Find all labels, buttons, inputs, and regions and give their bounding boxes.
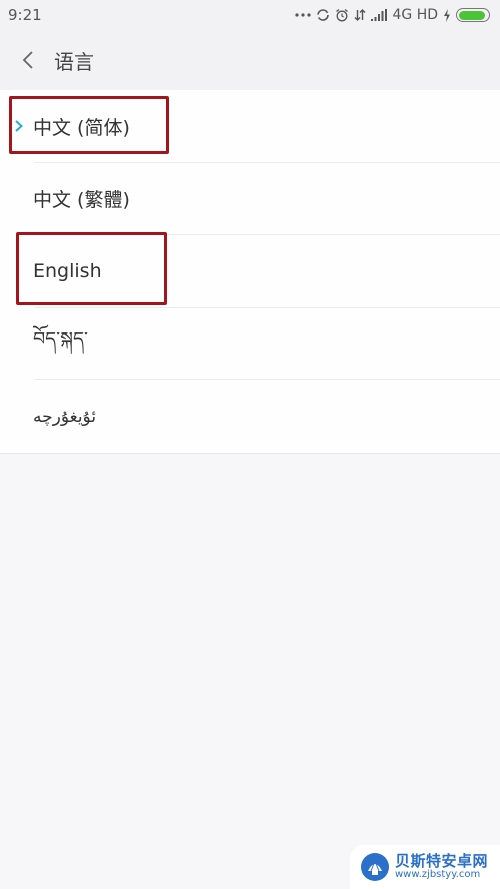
signal-icon (371, 9, 388, 21)
page-title: 语言 (54, 49, 94, 74)
watermark-title: 贝斯特安卓网 (395, 851, 489, 870)
language-item-zh-hant[interactable]: 中文 (繁體) (0, 163, 500, 236)
language-label: 中文 (简体) (33, 116, 130, 139)
data-transfer-icon (354, 8, 366, 22)
language-list: 中文 (简体) 中文 (繁體) English བོད་སྐད་ ئۇيغۇرچ… (0, 90, 500, 454)
selected-check-icon (15, 120, 23, 133)
shell-logo-icon (361, 853, 389, 881)
header: 语言 (0, 30, 500, 90)
language-label: English (33, 260, 102, 283)
language-item-tibetan[interactable]: བོད་སྐད་ (0, 308, 500, 381)
language-label: བོད་སྐད་ (33, 328, 88, 351)
more-dots-icon (295, 12, 312, 18)
language-label: 中文 (繁體) (33, 189, 130, 212)
alarm-icon (335, 8, 349, 22)
language-item-zh-hans[interactable]: 中文 (简体) (0, 90, 500, 163)
watermark: 贝斯特安卓网 www.zjbstyy.com (350, 845, 500, 889)
charging-icon (443, 8, 451, 22)
battery-icon (456, 8, 490, 22)
back-button[interactable] (0, 30, 50, 90)
chevron-left-icon (22, 51, 33, 69)
watermark-url: www.zjbstyy.com (395, 868, 481, 880)
network-type: 4G HD (392, 7, 438, 23)
language-item-english[interactable]: English (0, 235, 500, 308)
status-time: 9:21 (8, 6, 42, 24)
battery-level (458, 10, 485, 20)
status-bar: 9:21 4G HD (0, 0, 500, 30)
sync-icon (316, 8, 330, 22)
language-item-uyghur[interactable]: ئۇيغۇرچە (0, 380, 500, 453)
status-icons: 4G HD (295, 7, 490, 23)
language-label: ئۇيغۇرچە (33, 406, 97, 427)
